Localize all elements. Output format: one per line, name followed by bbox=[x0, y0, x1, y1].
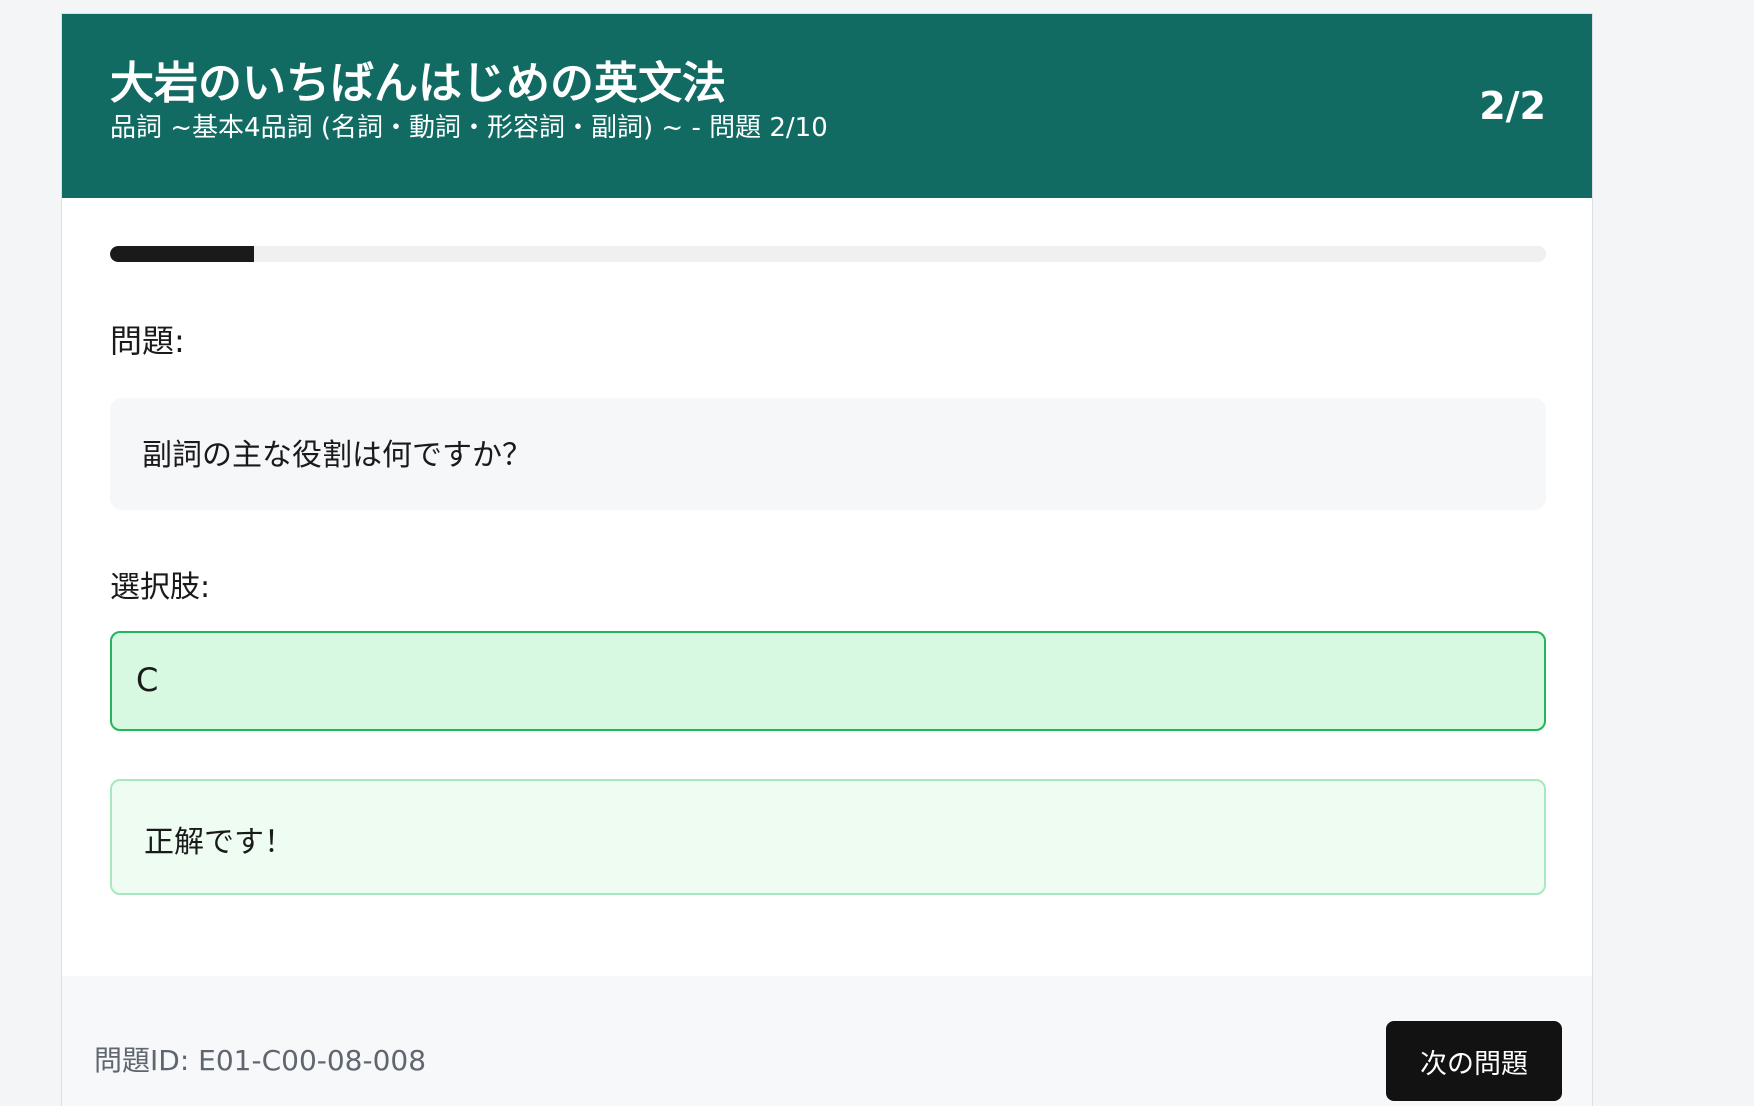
quiz-card: 大岩のいちばんはじめの英文法 品詞 ~基本4品詞 (名詞・動詞・形容詞・副詞) … bbox=[61, 13, 1593, 1106]
choice-option[interactable]: C bbox=[110, 631, 1546, 731]
next-question-button[interactable]: 次の問題 bbox=[1386, 1021, 1562, 1101]
feedback-box: 正解です！ bbox=[110, 779, 1546, 895]
progress-fill bbox=[110, 246, 254, 262]
progress-bar bbox=[110, 246, 1546, 262]
book-title: 大岩のいちばんはじめの英文法 bbox=[110, 58, 726, 109]
page-counter: 2/2 bbox=[1479, 84, 1546, 128]
choices-label: 選択肢: bbox=[110, 570, 211, 605]
choice-label: C bbox=[136, 661, 159, 699]
question-text: 副詞の主な役割は何ですか？ bbox=[142, 438, 532, 473]
quiz-header: 大岩のいちばんはじめの英文法 品詞 ~基本4品詞 (名詞・動詞・形容詞・副詞) … bbox=[62, 14, 1592, 198]
quiz-footer: 問題ID: E01-C00-08-008 次の問題 bbox=[62, 976, 1592, 1106]
question-box: 副詞の主な役割は何ですか？ bbox=[110, 398, 1546, 510]
chapter-subtitle: 品詞 ~基本4品詞 (名詞・動詞・形容詞・副詞) ~ - 問題 2/10 bbox=[110, 113, 828, 143]
question-id: 問題ID: E01-C00-08-008 bbox=[94, 1044, 427, 1077]
question-label: 問題: bbox=[110, 322, 185, 360]
feedback-text: 正解です！ bbox=[144, 825, 294, 860]
